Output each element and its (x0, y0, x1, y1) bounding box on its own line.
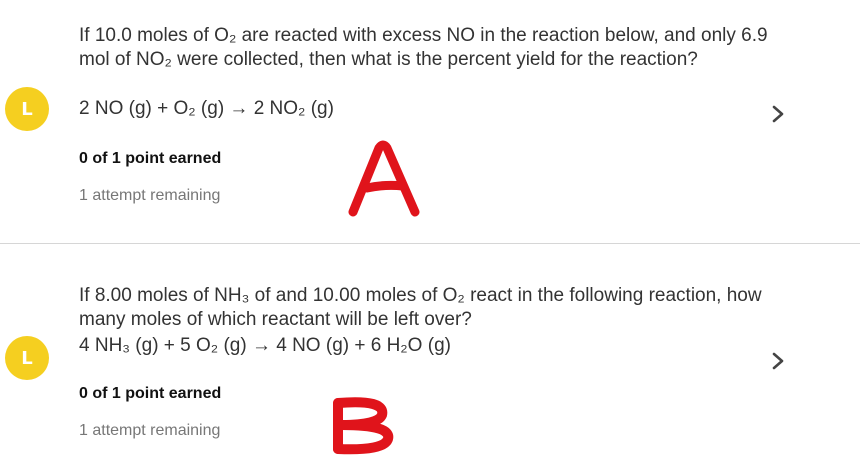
late-status-icon: L (5, 87, 49, 131)
handwritten-mark-a: A (348, 140, 420, 217)
late-status-icon: L (5, 336, 49, 380)
attempts-remaining: 1 attempt remaining (79, 187, 221, 204)
question-equation: 2 NO (g) + O₂ (g) → 2 NO₂ (g) (79, 98, 334, 119)
question-card-2[interactable]: L If 8.00 moles of NH₃ of and 10.00 mole… (0, 245, 860, 461)
question-card-1[interactable]: L If 10.0 moles of O₂ are reacted with e… (0, 0, 860, 243)
question-text: If 10.0 moles of O₂ are reacted with exc… (79, 25, 768, 70)
chevron-right-icon[interactable] (768, 104, 788, 124)
status-icon-letter: L (21, 347, 33, 369)
points-earned: 0 of 1 point earned (79, 150, 222, 167)
status-icon-letter: L (21, 98, 33, 120)
attempts-remaining: 1 attempt remaining (79, 422, 221, 439)
handwritten-mark-b: B (333, 397, 394, 455)
chevron-right-icon[interactable] (768, 351, 788, 371)
question-divider (0, 243, 860, 244)
points-earned: 0 of 1 point earned (79, 385, 222, 402)
question-text: If 8.00 moles of NH₃ of and 10.00 moles … (79, 285, 762, 330)
question-equation: 4 NH₃ (g) + 5 O₂ (g) → 4 NO (g) + 6 H₂O … (79, 335, 451, 356)
